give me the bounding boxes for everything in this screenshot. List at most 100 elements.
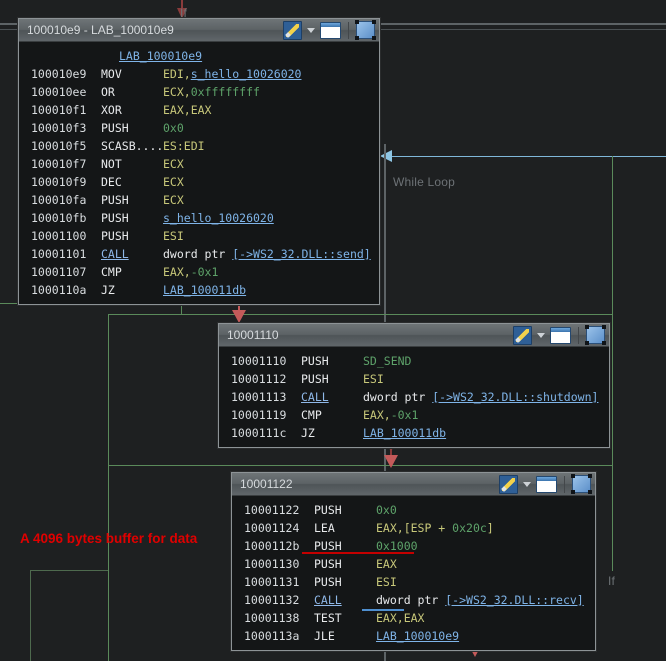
block-title-bar[interactable]: 100010e9 - LAB_100010e9 (19, 19, 379, 42)
code-address: 10001119 (231, 406, 301, 424)
code-operand-lab[interactable]: LAB_100010e9 (376, 629, 459, 643)
pencil-edit-icon[interactable] (513, 326, 532, 345)
code-operand-sym[interactable]: [->WS2_32.DLL::shutdown] (432, 390, 598, 404)
block-10001110[interactable]: 10001110 10001110PUSHSD_SEND10001112PUSHE… (218, 323, 610, 448)
code-operand-sym[interactable]: s_hello_10026020 (191, 67, 302, 81)
window-icon[interactable] (536, 476, 557, 493)
code-row[interactable]: 1000111cJZLAB_100011db (219, 424, 609, 442)
code-operand-reg: ECX (163, 175, 184, 189)
code-row[interactable]: 10001124LEAEAX,[ESP + 0x20c] (232, 519, 595, 537)
code-row[interactable]: 100010fbPUSHs_hello_10026020 (19, 209, 379, 227)
code-operand-reg: EDI, (163, 67, 191, 81)
code-row[interactable]: 100010f3PUSH0x0 (19, 119, 379, 137)
selection-icon[interactable] (572, 475, 591, 493)
code-row[interactable]: 10001119CMPEAX,-0x1 (219, 406, 609, 424)
code-row[interactable]: 10001131PUSHESI (232, 573, 595, 591)
chevron-down-icon[interactable] (307, 28, 315, 33)
block-100010e9[interactable]: 100010e9 - LAB_100010e9LAB_100010e910001… (18, 18, 380, 305)
block-title-tools (283, 21, 375, 40)
code-row[interactable]: 100010e9MOVEDI,s_hello_10026020 (19, 65, 379, 83)
code-row[interactable]: 10001112PUSHESI (219, 370, 609, 388)
code-row[interactable]: 100010f9DECECX (19, 173, 379, 191)
code-mnemonic: PUSH (101, 209, 163, 227)
code-operands: EAX,-0x1 (163, 263, 379, 281)
block-title-bar[interactable]: 10001122 (232, 473, 595, 496)
code-row[interactable]: 100010f1XOREAX,EAX (19, 101, 379, 119)
selection-icon[interactable] (586, 326, 605, 344)
block-code-body[interactable]: LAB_100010e9100010e9MOVEDI,s_hello_10026… (19, 42, 379, 304)
code-label-line[interactable]: LAB_100010e9 (19, 47, 379, 65)
code-row[interactable]: 100010f5SCASB....ES:EDI (19, 137, 379, 155)
code-row[interactable]: 100010eeORECX,0xffffffff (19, 83, 379, 101)
code-operand-num: -0x1 (391, 408, 419, 422)
code-address: 100010f3 (31, 119, 101, 137)
code-mnemonic: NOT (101, 155, 163, 173)
code-operand-const: SD_SEND (363, 354, 411, 368)
code-row[interactable]: 10001132CALLdword ptr [->WS2_32.DLL::rec… (232, 591, 595, 609)
code-row[interactable]: 10001110PUSHSD_SEND (219, 352, 609, 370)
code-operand-lab[interactable]: LAB_100011db (363, 426, 446, 440)
code-operand-sym[interactable]: s_hello_10026020 (163, 211, 274, 225)
code-address: 100010fb (31, 209, 101, 227)
block-title-tools (513, 326, 605, 345)
code-address: 1000111c (231, 424, 301, 442)
code-operand-reg: ] (487, 521, 494, 535)
code-operand-reg: ECX (163, 157, 184, 171)
code-operand-sym[interactable]: [->WS2_32.DLL::send] (232, 247, 370, 261)
code-operands: EAX (376, 555, 595, 573)
edge-green-bottom-stub (30, 570, 108, 571)
code-operands: ECX (163, 191, 379, 209)
code-row[interactable]: 10001138TESTEAX,EAX (232, 609, 595, 627)
code-row[interactable]: 10001107CMPEAX,-0x1 (19, 263, 379, 281)
selection-handle (588, 474, 592, 478)
block-title-bar[interactable]: 10001110 (219, 324, 609, 347)
code-operands: ECX,0xffffffff (163, 83, 379, 101)
code-row[interactable]: 10001122PUSH0x0 (232, 501, 595, 519)
code-mnemonic: CMP (101, 263, 163, 281)
chevron-down-icon[interactable] (523, 482, 531, 487)
window-icon[interactable] (320, 22, 341, 39)
code-operand-reg: ESI (376, 575, 397, 589)
code-mnemonic-call[interactable]: CALL (101, 245, 163, 263)
code-address: 10001107 (31, 263, 101, 281)
code-mnemonic: XOR (101, 101, 163, 119)
block-title-text: 100010e9 - LAB_100010e9 (27, 23, 283, 37)
code-row[interactable]: 1000113aJLELAB_100010e9 (232, 627, 595, 645)
function-graph-canvas[interactable]: If While Loop If A 4096 bytes buffer for… (0, 0, 666, 661)
code-operand-reg: EAX (376, 557, 397, 571)
code-operand-lab[interactable]: LAB_100011db (163, 283, 246, 297)
code-row[interactable]: 10001113CALLdword ptr [->WS2_32.DLL::shu… (219, 388, 609, 406)
code-mnemonic: MOV (101, 65, 163, 83)
code-mnemonic-call[interactable]: CALL (301, 388, 363, 406)
selection-handle (355, 36, 359, 40)
code-operands: LAB_100011db (163, 281, 379, 299)
code-mnemonic: PUSH (301, 370, 363, 388)
window-icon[interactable] (550, 327, 571, 344)
code-row[interactable]: 100010faPUSHECX (19, 191, 379, 209)
code-mnemonic-call[interactable]: CALL (314, 591, 376, 609)
pencil-edit-icon[interactable] (499, 475, 518, 494)
chevron-down-icon[interactable] (537, 333, 545, 338)
code-address: 100010f7 (31, 155, 101, 173)
code-operands: ESI (376, 573, 595, 591)
code-row[interactable]: 10001130PUSHEAX (232, 555, 595, 573)
code-row[interactable]: 100010f7NOTECX (19, 155, 379, 173)
code-mnemonic: OR (101, 83, 163, 101)
code-mnemonic: TEST (314, 609, 376, 627)
pencil-edit-icon[interactable] (283, 21, 302, 40)
block-10001122[interactable]: 1000112210001122PUSH0x010001124LEAEAX,[E… (231, 472, 596, 651)
code-operands: dword ptr [->WS2_32.DLL::send] (163, 245, 379, 263)
code-row[interactable]: 1000110aJZLAB_100011db (19, 281, 379, 299)
code-row[interactable]: 1000112bPUSH0x1000 (232, 537, 595, 555)
code-operand-num: 0x1000 (376, 539, 418, 553)
code-row[interactable]: 10001100PUSHESI (19, 227, 379, 245)
code-mnemonic: DEC (101, 173, 163, 191)
block-code-body[interactable]: 10001122PUSH0x010001124LEAEAX,[ESP + 0x2… (232, 496, 595, 650)
code-row[interactable]: 10001101CALLdword ptr [->WS2_32.DLL::sen… (19, 245, 379, 263)
code-operand-sym[interactable]: [->WS2_32.DLL::recv] (445, 593, 583, 607)
block-code-body[interactable]: 10001110PUSHSD_SEND10001112PUSHESI100011… (219, 347, 609, 447)
selection-icon[interactable] (356, 21, 375, 39)
code-operands: 0x0 (163, 119, 379, 137)
flow-label-while-loop: While Loop (393, 175, 455, 189)
code-mnemonic: PUSH (101, 227, 163, 245)
